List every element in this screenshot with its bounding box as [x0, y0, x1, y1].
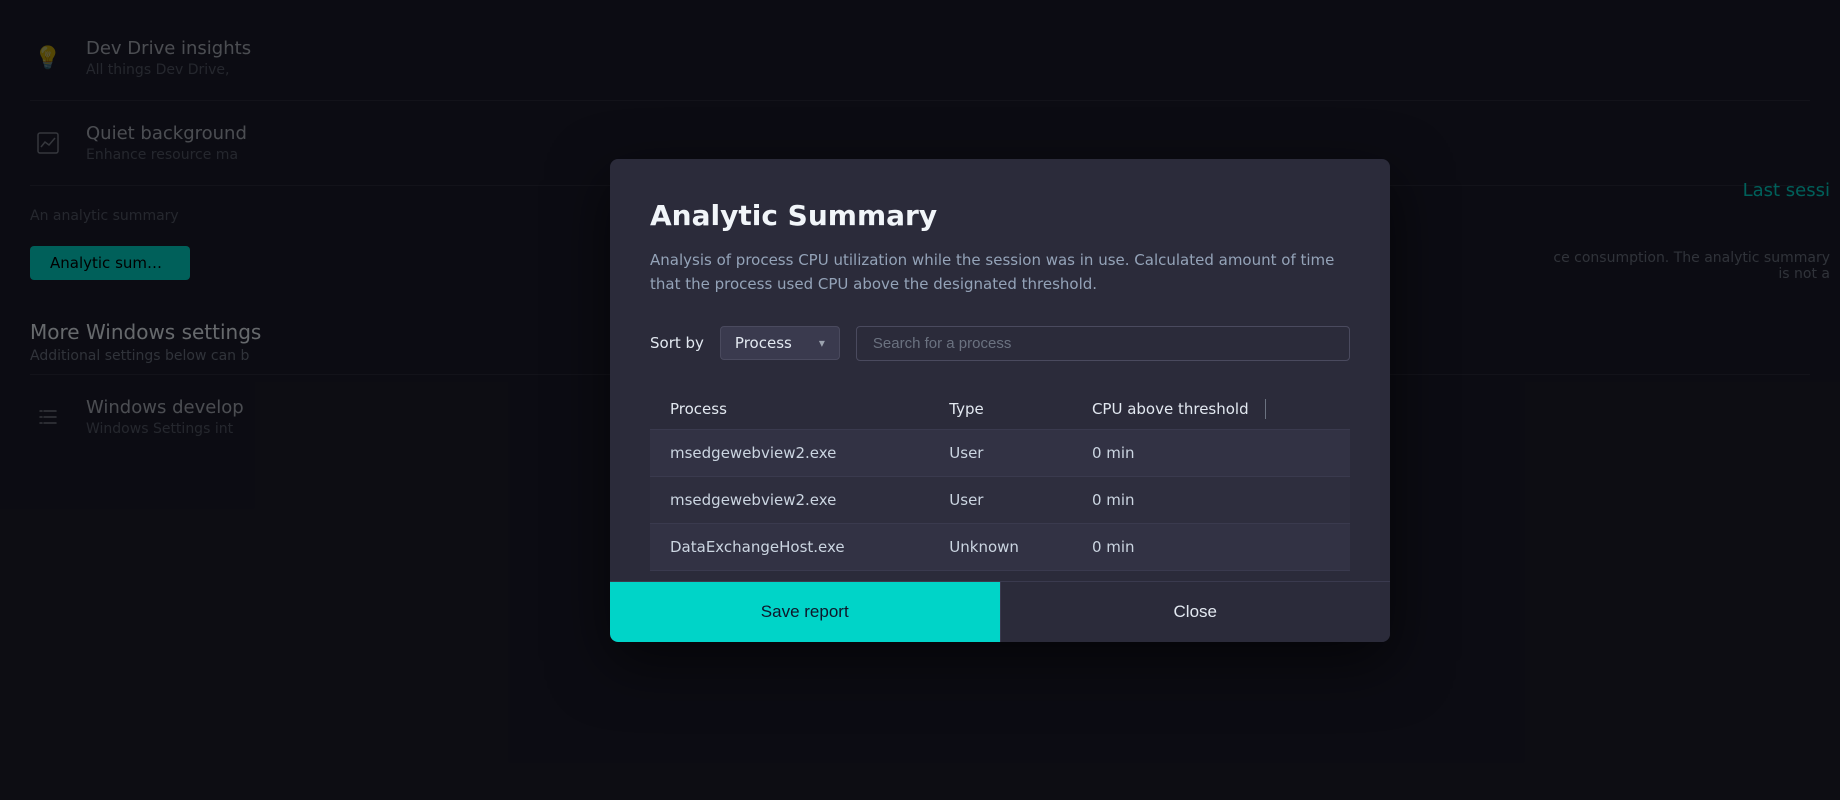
sort-value: Process — [735, 334, 792, 352]
sort-label: Sort by — [650, 334, 704, 352]
cell-process-2: msedgewebview2.exe — [650, 477, 929, 524]
search-wrapper — [856, 326, 1350, 361]
analytic-summary-modal: Analytic Summary Analysis of process CPU… — [610, 159, 1390, 642]
cell-type-1: User — [929, 430, 1072, 477]
cell-cpu-3: 0 min — [1072, 524, 1350, 571]
cell-type-2: User — [929, 477, 1072, 524]
cell-process-3: DataExchangeHost.exe — [650, 524, 929, 571]
table-row: msedgewebview2.exe User 0 min — [650, 477, 1350, 524]
col-header-process: Process — [650, 389, 929, 430]
table-row: DataExchangeHost.exe Unknown 0 min — [650, 524, 1350, 571]
cell-cpu-1: 0 min — [1072, 430, 1350, 477]
process-table-container: Process Type CPU above threshold — [650, 389, 1350, 571]
table-header-row: Process Type CPU above threshold — [650, 389, 1350, 430]
controls-row: Sort by Process ▾ — [650, 326, 1350, 361]
col-header-cpu[interactable]: CPU above threshold — [1072, 389, 1350, 430]
cell-type-3: Unknown — [929, 524, 1072, 571]
modal-title: Analytic Summary — [650, 199, 1350, 232]
cell-process-1: msedgewebview2.exe — [650, 430, 929, 477]
table-row: msedgewebview2.exe User 0 min — [650, 430, 1350, 477]
chevron-down-icon: ▾ — [819, 336, 825, 350]
modal-description: Analysis of process CPU utilization whil… — [650, 248, 1350, 296]
close-button[interactable]: Close — [1000, 582, 1391, 642]
modal-overlay: Analytic Summary Analysis of process CPU… — [0, 0, 1840, 800]
col-header-type: Type — [929, 389, 1072, 430]
cell-cpu-2: 0 min — [1072, 477, 1350, 524]
modal-footer: Save report Close — [610, 581, 1390, 642]
sort-dropdown[interactable]: Process ▾ — [720, 326, 840, 360]
col-sort-divider — [1265, 399, 1266, 419]
table-body: msedgewebview2.exe User 0 min msedgewebv… — [650, 430, 1350, 571]
save-report-button[interactable]: Save report — [610, 582, 1000, 642]
search-input[interactable] — [856, 326, 1350, 361]
process-table: Process Type CPU above threshold — [650, 389, 1350, 571]
